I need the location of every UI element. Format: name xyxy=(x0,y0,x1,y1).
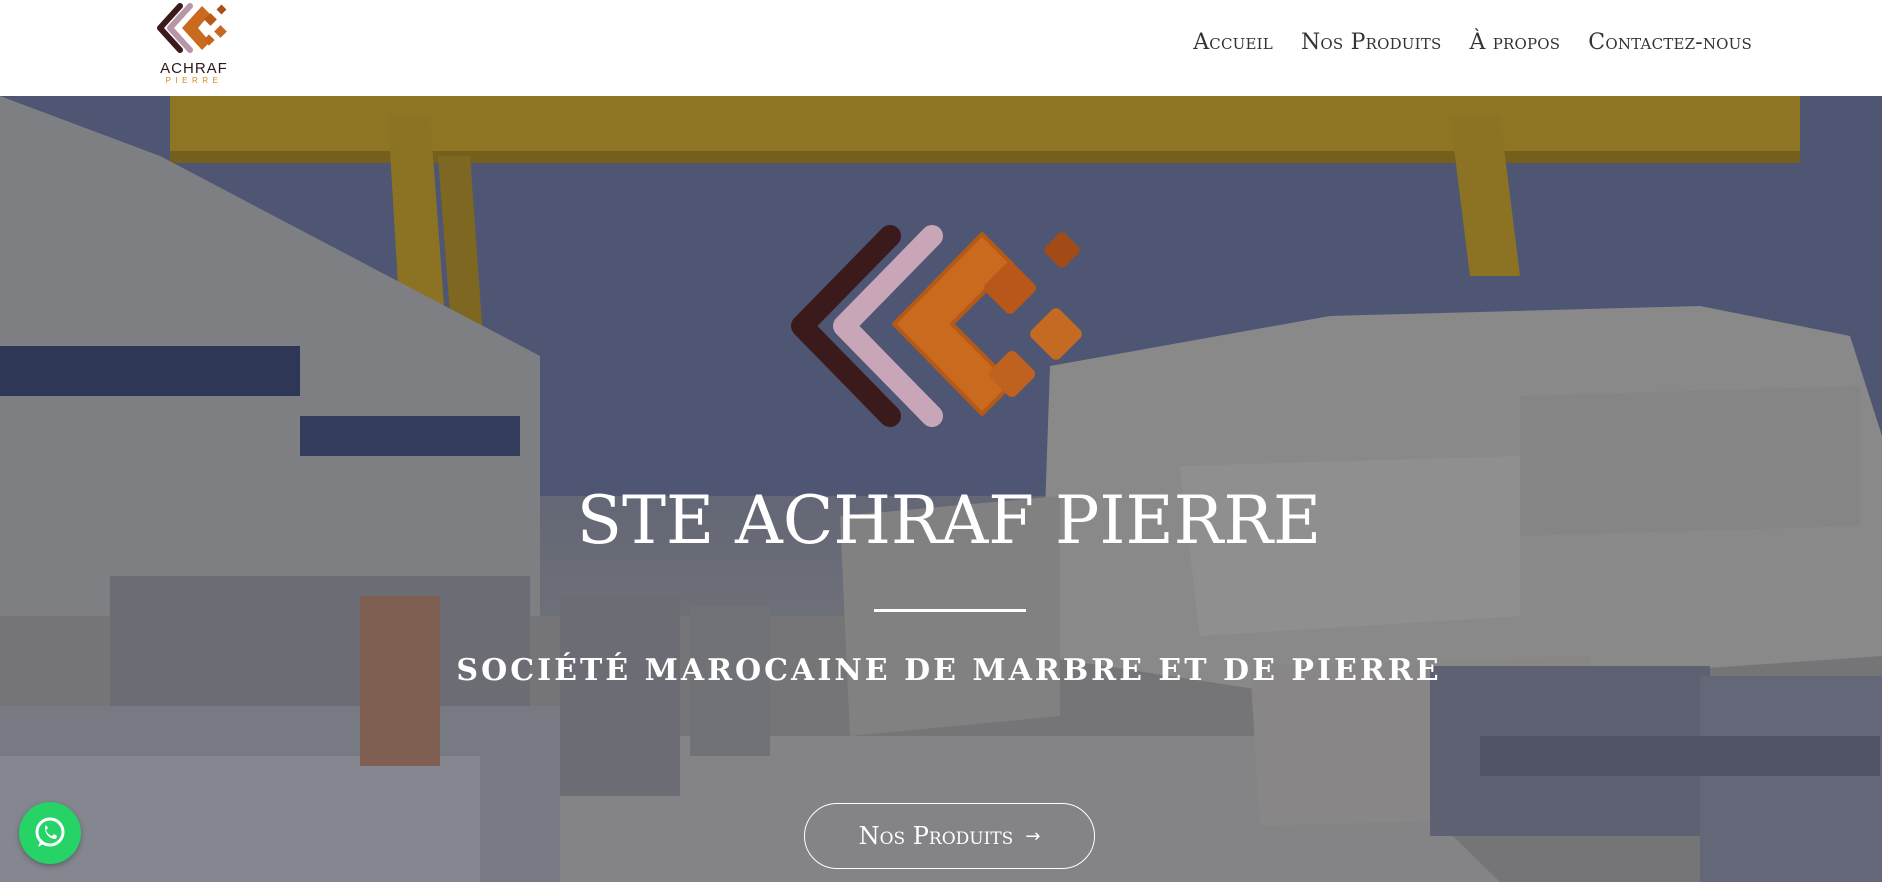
nav-item-contactez-nous[interactable]: Contactez-nous xyxy=(1588,30,1752,55)
brand-name: ACHRAF xyxy=(160,60,228,77)
arrow-right-icon: → xyxy=(1025,825,1041,847)
hero-logo-icon xyxy=(791,225,1082,427)
hero-divider xyxy=(874,609,1026,612)
brand-subname: PIERRE xyxy=(165,76,223,85)
hero-title: STE ACHRAF PIERRE xyxy=(576,482,1322,559)
whatsapp-button[interactable] xyxy=(19,802,81,864)
cta-label: Nos Produits xyxy=(858,822,1014,850)
nos-produits-button[interactable]: Nos Produits → xyxy=(804,803,1095,869)
nav-item-accueil[interactable]: Accueil xyxy=(1193,30,1273,55)
brand-logo[interactable]: ACHRAF PIERRE xyxy=(150,2,238,86)
nav-item-a-propos[interactable]: À propos xyxy=(1469,30,1560,55)
hero-subtitle: SOCIÉTÉ MAROCAINE DE MARBRE ET DE PIERRE xyxy=(456,653,1442,688)
main-nav: Accueil Nos Produits À propos Contactez-… xyxy=(1193,30,1752,55)
hero-section: STE ACHRAF PIERRE SOCIÉTÉ MAROCAINE DE M… xyxy=(0,96,1882,882)
nav-item-nos-produits[interactable]: Nos Produits xyxy=(1301,30,1442,55)
site-header: ACHRAF PIERRE Accueil Nos Produits À pro… xyxy=(0,0,1882,96)
whatsapp-icon xyxy=(35,817,65,847)
logo-mark-icon xyxy=(157,3,227,53)
